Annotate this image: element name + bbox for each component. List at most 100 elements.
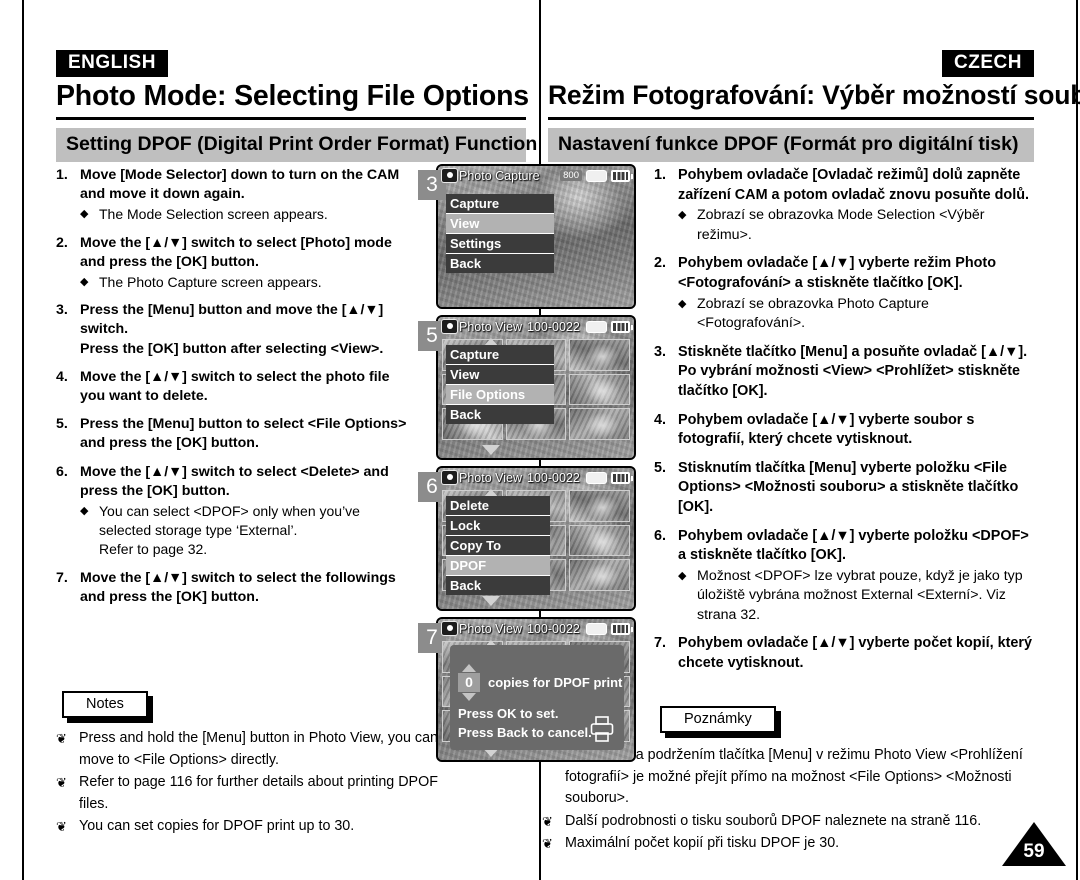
step-number: 6. — [56, 463, 68, 480]
step-text: Move [Mode Selector] down to turn on the… — [80, 167, 400, 203]
step-number: 5. — [56, 416, 68, 433]
scroll-down-icon[interactable] — [481, 596, 500, 606]
page-border-left — [22, 0, 24, 880]
instruction-step: 5. Stisknutím tlačítka [Menu] vyberte pol… — [654, 459, 1034, 518]
step-body: Pohybem ovladače [▲/▼] vyberte počet kop… — [678, 634, 1034, 673]
language-tag-english-wrap: ENGLISH — [56, 50, 168, 77]
copies-label: copies for DPOF print — [488, 675, 623, 690]
step-text: Pohybem ovladače [▲/▼] vyberte režim Pho… — [678, 255, 996, 291]
camera-lcd-screen: Photo Capture 800 Capture View Settings Back — [436, 164, 636, 309]
title-rule-english — [56, 117, 526, 120]
diamond-bullet-icon: ◆ — [678, 569, 687, 582]
copies-stepper[interactable]: 0 — [458, 664, 480, 701]
lcd-menu-item[interactable]: View — [446, 214, 554, 234]
step-number: 2. — [654, 255, 667, 272]
instruction-step: 1. Move [Mode Selector] down to turn on t… — [56, 166, 412, 225]
step-text: Pohybem ovladače [Ovladač režimů] dolů z… — [678, 167, 1029, 203]
dpof-copies-row: 0 copies for DPOF print — [458, 664, 622, 701]
title-rule-czech — [548, 117, 1034, 120]
lcd-menu-item[interactable]: View — [446, 365, 554, 385]
lcd-status-bar: Photo View 100-0022 — [438, 468, 634, 487]
diamond-bullet-icon: ◆ — [678, 297, 687, 310]
lcd-mode-title: Photo View — [459, 621, 523, 636]
clover-bullet-icon: ❦ — [56, 775, 67, 790]
stepper-down-icon[interactable] — [462, 693, 476, 701]
step-number: 2. — [56, 234, 68, 251]
battery-fill — [613, 322, 628, 331]
photo-thumbnail[interactable] — [569, 408, 630, 440]
photo-thumbnail[interactable] — [569, 339, 630, 371]
step-body: Stiskněte tlačítko [Menu] a posuňte ovla… — [678, 343, 1034, 402]
battery-fill — [613, 624, 628, 633]
photo-thumbnail[interactable] — [569, 559, 630, 591]
stepper-up-icon[interactable] — [462, 664, 476, 672]
step-bullet-text: The Photo Capture screen appears. — [99, 274, 322, 291]
lcd-menu-item[interactable]: Copy To — [446, 536, 550, 556]
lcd-file-number: 100-0022 — [527, 621, 580, 636]
step-body: Press the [Menu] button and move the [▲/… — [80, 301, 412, 359]
dpof-dialog-footer: Press OK to set. Press Back to cancel. — [458, 704, 592, 742]
photo-thumbnail[interactable] — [569, 490, 630, 522]
clover-bullet-icon: ❦ — [542, 836, 553, 851]
lcd-menu-item[interactable]: Back — [446, 254, 554, 273]
lcd-mode-title: Photo Capture — [459, 168, 540, 183]
lcd-mode-title: Photo View — [459, 470, 523, 485]
step-body: Pohybem ovladače [▲/▼] vyberte položku <… — [678, 527, 1034, 626]
instruction-step: 3. Press the [Menu] button and move the [… — [56, 301, 412, 359]
step-body: Pohybem ovladače [Ovladač režimů] dolů z… — [678, 166, 1034, 245]
camera-icon — [442, 471, 457, 484]
step-bullet-text: Možnost <DPOF> lze vybrat pouze, když je… — [697, 567, 1023, 623]
lcd-menu-item[interactable]: Delete — [446, 496, 550, 516]
battery-icon — [611, 320, 633, 333]
instruction-step: 1. Pohybem ovladače [Ovladač režimů] dolů… — [654, 166, 1034, 245]
note-text: Maximální počet kopií při tisku DPOF je … — [565, 835, 840, 851]
lcd-menu-item[interactable]: Capture — [446, 194, 554, 214]
lcd-menu: Capture View Settings Back — [446, 194, 554, 273]
lcd-menu-item[interactable]: Back — [446, 576, 550, 595]
lcd-menu-item[interactable]: Lock — [446, 516, 550, 536]
photo-thumbnail[interactable] — [569, 524, 630, 557]
resolution-indicator: 800 — [560, 170, 582, 181]
lcd-menu-item[interactable]: Back — [446, 405, 554, 424]
screen-illustration: 5 Photo View 100-0022 Capture View File Optio… — [418, 315, 636, 460]
camera-icon — [442, 169, 457, 182]
lcd-menu: Capture View File Options Back — [446, 345, 554, 424]
step-number: 4. — [654, 411, 667, 428]
step-bullet: ◆ Možnost <DPOF> lze vybrat pouze, když j… — [678, 567, 1034, 626]
lcd-status-bar: Photo View 100-0022 — [438, 317, 634, 336]
step-bullet-text: Zobrazí se obrazovka Photo Capture <Foto… — [697, 295, 929, 332]
page-number-badge: 59 — [1002, 822, 1066, 866]
copies-count-value: 0 — [458, 673, 480, 692]
step-number: 4. — [56, 368, 68, 385]
notes-label-czech: Poznámky — [660, 706, 776, 733]
battery-fill — [613, 473, 628, 482]
memory-card-icon — [586, 622, 607, 635]
page-number-value: 59 — [1023, 841, 1045, 862]
instruction-list-czech: 1. Pohybem ovladače [Ovladač režimů] dolů… — [654, 166, 1034, 683]
lcd-menu-item[interactable]: File Options — [446, 385, 554, 405]
section-subtitle-english: Setting DPOF (Digital Print Order Format… — [56, 128, 537, 162]
step-body: Stisknutím tlačítka [Menu] vyberte polož… — [678, 459, 1034, 518]
lcd-menu-item[interactable]: DPOF — [446, 556, 550, 576]
step-bullet: ◆ You can select <DPOF> only when you’ve … — [80, 502, 412, 560]
step-bullet: ◆ The Mode Selection screen appears. — [80, 205, 412, 224]
instruction-step: 6. Move the [▲/▼] switch to select <Delet… — [56, 463, 412, 560]
diamond-bullet-icon: ◆ — [678, 209, 687, 222]
scroll-down-icon[interactable] — [481, 445, 500, 455]
step-text: Move the [▲/▼] switch to select the foll… — [80, 569, 396, 605]
lcd-menu-item[interactable]: Settings — [446, 234, 554, 254]
lcd-file-number: 100-0022 — [527, 470, 580, 485]
lcd-menu-item[interactable]: Capture — [446, 345, 554, 365]
screen-illustrations: 3 Photo Capture 800 Capture View Settings Back… — [418, 164, 636, 768]
step-bullet: ◆ Zobrazí se obrazovka Mode Selection <Vý… — [678, 206, 1034, 245]
step-bullet-text: Zobrazí se obrazovka Mode Selection <Výb… — [697, 207, 985, 243]
step-bullet-text: The Mode Selection screen appears. — [99, 206, 328, 223]
note-item: ❦ You can set copies for DPOF print up to… — [56, 816, 456, 838]
photo-thumbnail[interactable] — [569, 373, 630, 406]
lcd-file-number: 100-0022 — [527, 319, 580, 334]
clover-bullet-icon: ❦ — [542, 813, 553, 829]
instruction-step: 3. Stiskněte tlačítko [Menu] a posuňte ov… — [654, 343, 1034, 402]
screen-illustration: 3 Photo Capture 800 Capture View Settings Back — [418, 164, 636, 309]
step-number: 7. — [654, 635, 667, 652]
camera-lcd-screen: Photo View 100-0022 Delete Lock Copy To DPOF B… — [436, 466, 636, 611]
